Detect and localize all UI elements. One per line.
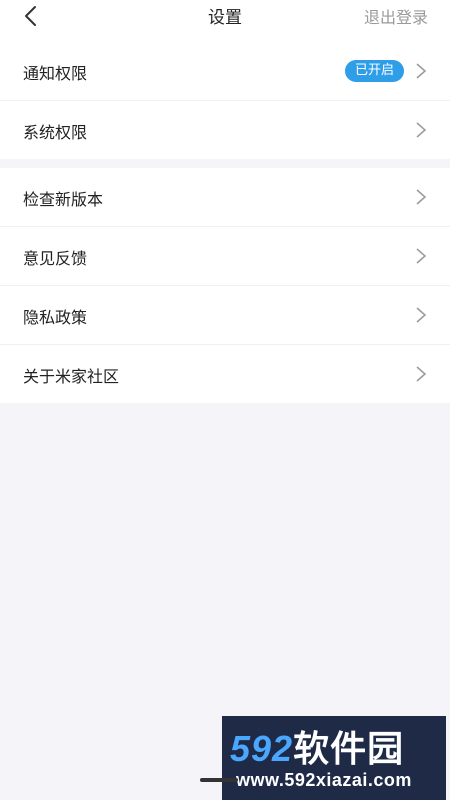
watermark-url: www.592xiazai.com: [236, 770, 412, 790]
privacy-policy-row[interactable]: 隐私政策: [0, 285, 450, 344]
feedback-row[interactable]: 意见反馈: [0, 226, 450, 285]
row-label: 检查新版本: [23, 190, 104, 209]
chevron-right-icon: [416, 122, 427, 138]
chevron-right-icon: [416, 248, 427, 264]
logout-button[interactable]: 退出登录: [364, 4, 428, 28]
chevron-right-icon: [416, 63, 427, 79]
row-label: 意见反馈: [23, 249, 88, 268]
watermark-text: 软件园: [293, 728, 405, 769]
header-bar: 设置 退出登录: [0, 0, 450, 42]
row-label: 隐私政策: [23, 308, 88, 327]
row-label: 通知权限: [23, 64, 88, 83]
row-label: 关于米家社区: [23, 367, 120, 386]
watermark-brand: 592软件园: [230, 720, 404, 772]
status-badge: 已开启: [344, 60, 404, 82]
permissions-group: 通知权限 已开启 系统权限: [0, 42, 450, 159]
chevron-right-icon: [416, 307, 427, 323]
row-label: 系统权限: [23, 123, 88, 142]
chevron-right-icon: [416, 189, 427, 205]
chevron-right-icon: [416, 366, 427, 382]
notification-permission-row[interactable]: 通知权限 已开启: [0, 42, 450, 100]
general-group: 检查新版本 意见反馈 隐私政策 关于米家社区: [0, 168, 450, 403]
about-row[interactable]: 关于米家社区: [0, 344, 450, 403]
watermark: 592软件园 www.592xiazai.com: [222, 716, 446, 800]
system-permission-row[interactable]: 系统权限: [0, 100, 450, 159]
watermark-number: 592: [230, 728, 294, 769]
check-update-row[interactable]: 检查新版本: [0, 168, 450, 226]
home-indicator[interactable]: [200, 778, 238, 782]
